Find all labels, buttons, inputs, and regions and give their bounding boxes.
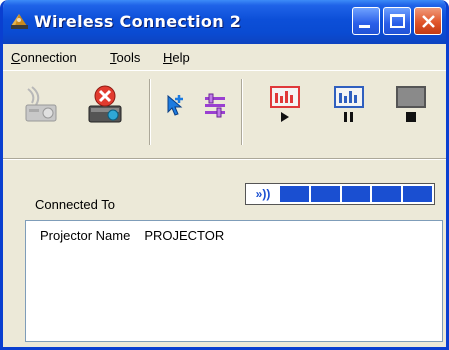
- toolbar: [3, 70, 446, 158]
- connect-button[interactable]: [21, 83, 61, 127]
- projector-name-key: Projector Name: [40, 228, 131, 243]
- window-title: Wireless Connection 2: [34, 12, 242, 31]
- connection-info-list: Projector Name PROJECTOR: [25, 220, 443, 342]
- stop-button[interactable]: [391, 83, 431, 127]
- minimize-icon: [359, 25, 370, 28]
- menu-connection-rest: onnection: [20, 50, 77, 65]
- projector-name-value: PROJECTOR: [144, 228, 225, 243]
- signal-bar: [341, 186, 371, 202]
- minimize-button[interactable]: [352, 7, 380, 35]
- maximize-button[interactable]: [383, 7, 411, 35]
- pause-button[interactable]: [329, 83, 369, 127]
- menu-connection-accel: C: [11, 50, 21, 65]
- menu-help[interactable]: Help: [163, 50, 190, 65]
- menu-connection[interactable]: Connection: [11, 50, 77, 65]
- signal-bar: [280, 186, 309, 202]
- menu-help-accel: H: [163, 50, 173, 65]
- signal-bar: [403, 186, 432, 202]
- app-icon: [11, 14, 28, 29]
- toolbar-separator: [149, 79, 151, 145]
- presentation-stop-icon: [396, 86, 426, 122]
- close-icon: [422, 15, 435, 28]
- signal-bar: [372, 186, 402, 202]
- presentation-play-icon: [270, 86, 300, 122]
- wireless-signal-icon: »)): [248, 186, 278, 202]
- projector-connect-icon: [25, 86, 57, 122]
- signal-strength-meter: »)): [245, 183, 435, 205]
- presentation-pause-icon: [334, 86, 364, 122]
- pointer-button[interactable]: [155, 83, 195, 127]
- signal-bar: [310, 186, 340, 202]
- list-item: Projector Name PROJECTOR: [40, 228, 224, 243]
- connected-to-label: Connected To: [35, 197, 115, 212]
- menu-tools[interactable]: Tools: [110, 50, 140, 65]
- pointer-select-icon: [167, 94, 183, 116]
- app-window: Wireless Connection 2 Connection Tools H…: [0, 0, 449, 350]
- settings-button[interactable]: [195, 83, 235, 127]
- menu-tools-rest: ools: [116, 50, 141, 65]
- settings-sliders-icon: [205, 93, 225, 118]
- menu-bar: Connection Tools Help: [3, 44, 446, 70]
- disconnect-button[interactable]: [85, 83, 125, 127]
- section-divider: [3, 158, 446, 160]
- title-bar[interactable]: Wireless Connection 2: [3, 0, 446, 44]
- projector-disconnect-icon: [88, 85, 122, 123]
- play-button[interactable]: [265, 83, 305, 127]
- maximize-icon: [390, 14, 405, 28]
- close-button[interactable]: [414, 7, 442, 35]
- menu-help-rest: elp: [172, 50, 190, 65]
- toolbar-separator-2: [241, 79, 243, 145]
